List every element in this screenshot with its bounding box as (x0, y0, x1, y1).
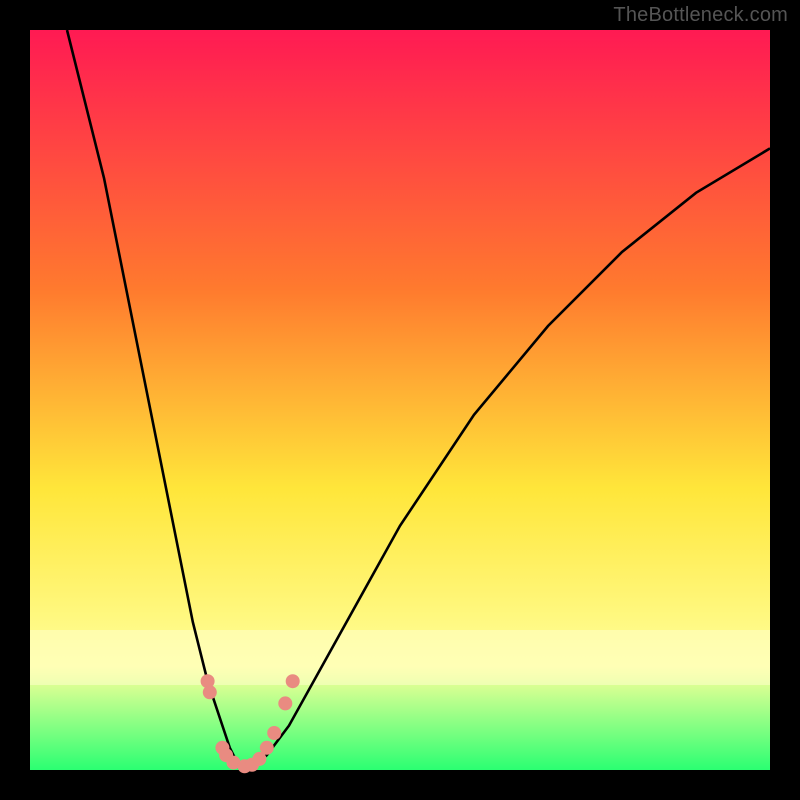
sample-point (203, 685, 217, 699)
pale-band (30, 630, 770, 685)
chart-container: TheBottleneck.com (0, 0, 800, 800)
sample-point (260, 741, 274, 755)
sample-point (278, 696, 292, 710)
sample-point (267, 726, 281, 740)
watermark-text: TheBottleneck.com (613, 4, 788, 27)
chart-svg (0, 0, 800, 800)
sample-point (286, 674, 300, 688)
